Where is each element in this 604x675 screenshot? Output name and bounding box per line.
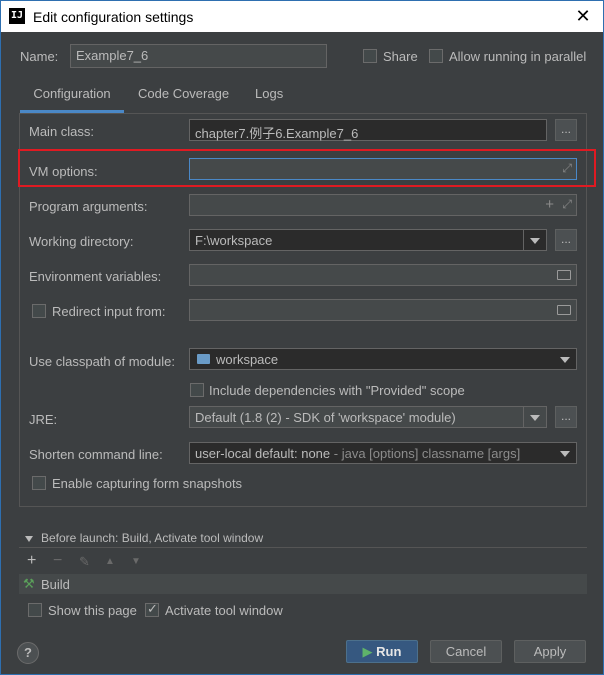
- remove-task-icon[interactable]: −: [53, 552, 62, 570]
- run-triangle-icon: ▶: [362, 644, 373, 659]
- activate-tool-window-checkbox[interactable]: [145, 601, 159, 617]
- shorten-command-line-combo[interactable]: user-local default: none - java [options…: [189, 442, 577, 464]
- include-dependencies-label: Include dependencies with "Provided" sco…: [209, 383, 465, 398]
- main-class-label: Main class:: [29, 124, 95, 139]
- shorten-command-line-value: user-local default: none - java [options…: [195, 446, 520, 461]
- jre-label: JRE:: [29, 412, 58, 427]
- vm-options-input[interactable]: ⤢: [189, 158, 577, 180]
- edit-configuration-dialog: IJ Edit configuration settings ✕ Name: E…: [0, 0, 604, 675]
- title-bar: IJ Edit configuration settings ✕: [1, 1, 603, 32]
- build-task-label: Build: [41, 577, 70, 592]
- add-task-icon[interactable]: +: [27, 552, 36, 570]
- classpath-module-label: Use classpath of module:: [29, 354, 175, 369]
- working-directory-browse-button[interactable]: ...: [555, 229, 577, 251]
- folder-icon[interactable]: [557, 270, 571, 280]
- folder-icon[interactable]: [557, 305, 571, 315]
- main-class-input[interactable]: chapter7.例子6.Example7_6: [189, 119, 547, 141]
- build-hammer-icon: ⚒: [23, 576, 35, 591]
- close-button[interactable]: ✕: [573, 6, 593, 26]
- expand-icon[interactable]: ⤢: [562, 161, 572, 176]
- shorten-value-text: user-local default: none: [195, 446, 331, 461]
- collapse-triangle-icon[interactable]: [25, 536, 33, 542]
- redirect-input-label: Redirect input from:: [52, 304, 166, 319]
- expand-icon[interactable]: ⤢: [562, 197, 572, 212]
- activate-tool-window-label: Activate tool window: [165, 603, 283, 618]
- chevron-down-icon[interactable]: [530, 238, 540, 244]
- vm-options-label: VM options:: [29, 164, 98, 179]
- working-directory-combo[interactable]: F:\workspace: [189, 229, 547, 251]
- jre-browse-button[interactable]: ...: [555, 406, 577, 428]
- jre-value: Default (1.8 (2) - SDK of 'workspace' mo…: [195, 410, 456, 425]
- show-page-checkbox[interactable]: [28, 603, 42, 617]
- tab-logs[interactable]: Logs: [255, 86, 283, 110]
- run-button[interactable]: ▶ Run: [346, 640, 418, 663]
- module-folder-icon: [197, 354, 210, 364]
- apply-button[interactable]: Apply: [514, 640, 586, 663]
- list-item[interactable]: ⚒ Build: [19, 574, 587, 594]
- before-launch-header: Before launch: Build, Activate tool wind…: [41, 531, 264, 545]
- working-directory-label: Working directory:: [29, 234, 134, 249]
- classpath-module-combo[interactable]: workspace: [189, 348, 577, 370]
- chevron-down-icon[interactable]: [560, 451, 570, 457]
- name-label: Name:: [20, 49, 59, 64]
- tab-code-coverage-label: Code Coverage: [138, 86, 230, 101]
- allow-parallel-checkbox[interactable]: [429, 49, 443, 63]
- redirect-input-field[interactable]: [189, 299, 577, 321]
- form-snapshots-label: Enable capturing form snapshots: [52, 476, 243, 491]
- show-page-label: Show this page: [48, 603, 137, 618]
- program-arguments-label: Program arguments:: [29, 199, 148, 214]
- allow-parallel-label: Allow running in parallel: [449, 49, 587, 64]
- tab-configuration-label: Configuration: [33, 86, 111, 101]
- chevron-down-icon[interactable]: [560, 357, 570, 363]
- before-launch-divider: [19, 547, 587, 548]
- combo-separator: [523, 407, 524, 427]
- intellij-app-icon: IJ: [9, 8, 25, 24]
- program-arguments-input[interactable]: + ⤢: [189, 194, 577, 216]
- shorten-hint-text: - java [options] classname [args]: [330, 446, 521, 461]
- move-up-icon[interactable]: ▲: [105, 556, 115, 567]
- name-input-value: Example7_6: [76, 48, 149, 63]
- main-class-browse-button[interactable]: ...: [555, 119, 577, 141]
- main-class-value: chapter7.例子6.Example7_6: [195, 126, 359, 141]
- cancel-button[interactable]: Cancel: [430, 640, 502, 663]
- form-snapshots-checkbox[interactable]: [32, 476, 46, 490]
- name-input[interactable]: Example7_6: [70, 44, 327, 68]
- tab-logs-label: Logs: [255, 86, 284, 101]
- environment-variables-label: Environment variables:: [29, 269, 162, 284]
- share-checkbox[interactable]: [363, 49, 377, 63]
- chevron-down-icon[interactable]: [530, 415, 540, 421]
- add-macro-icon[interactable]: +: [545, 196, 554, 213]
- combo-separator: [523, 230, 524, 250]
- window-title: Edit configuration settings: [33, 9, 194, 25]
- run-button-label: Run: [376, 644, 402, 659]
- edit-task-icon[interactable]: ✎: [79, 554, 90, 570]
- redirect-input-checkbox[interactable]: [32, 304, 46, 318]
- shorten-command-line-label: Shorten command line:: [29, 447, 163, 462]
- working-directory-value: F:\workspace: [195, 233, 273, 248]
- help-button[interactable]: ?: [17, 642, 39, 664]
- move-down-icon[interactable]: ▼: [131, 556, 141, 567]
- share-label: Share: [383, 49, 418, 64]
- classpath-module-value: workspace: [216, 352, 279, 367]
- jre-combo[interactable]: Default (1.8 (2) - SDK of 'workspace' mo…: [189, 406, 547, 428]
- environment-variables-input[interactable]: [189, 264, 577, 286]
- include-dependencies-checkbox[interactable]: [190, 383, 204, 397]
- tab-code-coverage[interactable]: Code Coverage: [138, 86, 229, 110]
- tab-configuration[interactable]: Configuration: [20, 86, 124, 113]
